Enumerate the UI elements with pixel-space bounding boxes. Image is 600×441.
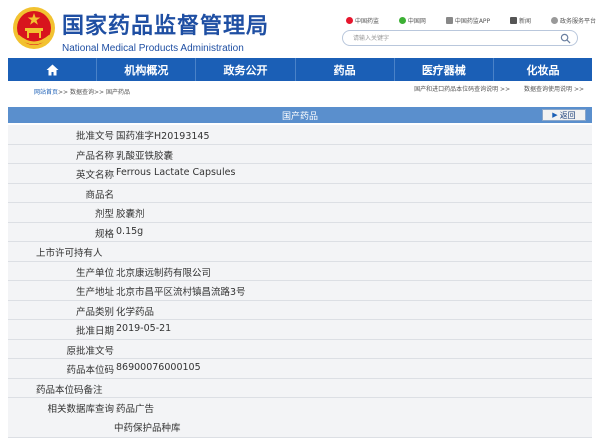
nav-item-devices[interactable]: 医疗器械 <box>395 58 494 81</box>
top-links: 中国药监 中国网 中国药监APP 新闻 政务服务平台 <box>346 16 596 25</box>
field-label: 原批准文号 <box>66 345 114 357</box>
field-label: 英文名称 <box>75 170 114 181</box>
search-box <box>342 30 578 46</box>
table-row: 英文名称 Ferrous Lactate Capsules <box>8 164 592 184</box>
site-header: 国家药品监督管理局 National Medical Products Admi… <box>0 0 600 58</box>
field-value: 2019-05-21 <box>116 323 172 334</box>
table-row: 原批准文号 <box>8 339 592 359</box>
field-value: 胶囊剂 <box>116 209 145 220</box>
standard-code-help-link[interactable]: 国产和进口药品本位码查询说明 >> <box>414 86 510 93</box>
table-row: 药品本位码 86900076000105 <box>8 359 592 379</box>
table-row: 产品名称 乳酸亚铁胶囊 <box>8 144 592 164</box>
nav-item-government[interactable]: 政务公开 <box>196 58 296 81</box>
mail-icon <box>510 17 518 24</box>
field-label: 生产地址 <box>75 287 114 298</box>
table-row: 产品类别 化学药品 <box>8 300 592 320</box>
field-value: 86900076000105 <box>116 362 201 373</box>
table-row: 批准日期 2019-05-21 <box>8 320 592 340</box>
field-value: 北京市昌平区流村镇昌流路3号 <box>116 287 246 298</box>
table-row: 上市许可持有人 <box>8 242 592 262</box>
field-label: 产品类别 <box>75 306 114 318</box>
field-label: 批准文号 <box>75 131 114 142</box>
main-nav: 机构概况 政务公开 药品 医疗器械 化妆品 <box>8 58 592 81</box>
brand[interactable]: 国家药品监督管理局 National Medical Products Admi… <box>62 8 269 54</box>
field-label: 相关数据库查询 <box>47 404 114 415</box>
field-value: 化学药品 <box>116 306 155 318</box>
table-row: 相关数据库查询 药品广告 中药保护品种库 <box>8 398 592 438</box>
site-title: 国家药品监督管理局 <box>62 14 270 39</box>
top-link-chinanet[interactable]: 中国网 <box>398 16 426 25</box>
table-row: 剂型 胶囊剂 <box>8 203 592 223</box>
phone-icon <box>445 17 453 24</box>
top-link-weibo[interactable]: 中国药监 <box>346 16 379 25</box>
home-icon <box>46 64 59 75</box>
site-subtitle: National Medical Products Administration <box>62 43 244 54</box>
field-label: 药品本位码备注 <box>36 384 103 396</box>
top-link-app[interactable]: 中国药监APP <box>445 16 490 25</box>
data-query-help-link[interactable]: 数据查询使用说明 >> <box>524 86 584 93</box>
nav-item-drugs[interactable]: 药品 <box>296 58 395 81</box>
field-value: 北京康远制药有限公司 <box>116 267 212 279</box>
nav-item-cosmetics[interactable]: 化妆品 <box>494 58 592 81</box>
field-label: 上市许可持有人 <box>36 248 103 259</box>
field-label: 药品本位码 <box>66 365 114 376</box>
field-value: 国药准字H20193145 <box>116 131 210 142</box>
national-emblem-icon[interactable] <box>12 6 56 50</box>
table-row: 商品名 <box>8 183 592 203</box>
help-links: 国产和进口药品本位码查询说明 >> 数据查询使用说明 >> <box>402 84 584 93</box>
breadcrumb: 网站首页>> 数据查询>> 国产药品 <box>34 87 130 96</box>
nav-item-institution[interactable]: 机构概况 <box>97 58 197 81</box>
field-value: 0.15g <box>116 225 144 237</box>
table-row: 生产地址 北京市昌平区流村镇昌流路3号 <box>8 281 592 301</box>
nav-home[interactable] <box>8 58 98 81</box>
breadcrumb-row: 网站首页>> 数据查询>> 国产药品 国产和进口药品本位码查询说明 >> 数据查… <box>8 83 592 97</box>
breadcrumb-home-link[interactable]: 网站首页 <box>34 89 58 96</box>
table-row: 药品本位码备注 <box>8 378 592 398</box>
search-icon[interactable] <box>560 33 571 44</box>
field-value: Ferrous Lactate Capsules <box>116 167 236 178</box>
field-label: 批准日期 <box>75 326 114 337</box>
top-link-service[interactable]: 政务服务平台 <box>550 16 596 25</box>
drug-ad-link[interactable]: 药品广告 <box>116 401 154 415</box>
tcm-protection-link[interactable]: 中药保护品种库 <box>114 420 181 434</box>
breadcrumb-rest: >> 数据查询>> 国产药品 <box>58 89 130 96</box>
back-button[interactable]: ▶ 返回 <box>542 109 586 121</box>
table-row: 生产单位 北京康远制药有限公司 <box>8 261 592 281</box>
weibo-icon <box>346 17 353 24</box>
field-label: 生产单位 <box>75 267 114 279</box>
section-titlebar: 国产药品 ▶ 返回 <box>8 107 592 123</box>
top-link-news[interactable]: 新闻 <box>510 16 531 25</box>
back-arrow-icon: ▶ <box>552 111 558 119</box>
search-input[interactable] <box>353 33 553 44</box>
field-label: 规格 <box>94 228 114 240</box>
field-label: 剂型 <box>94 209 114 220</box>
field-label: 商品名 <box>85 189 114 201</box>
field-label: 产品名称 <box>75 150 114 162</box>
section-title: 国产药品 <box>281 112 318 122</box>
table-row: 批准文号 国药准字H20193145 <box>8 125 592 145</box>
drug-detail-table: 批准文号 国药准字H20193145 产品名称 乳酸亚铁胶囊 英文名称 Ferrous… <box>8 125 592 438</box>
field-value: 乳酸亚铁胶囊 <box>116 150 174 162</box>
table-row: 规格 0.15g <box>8 222 592 242</box>
service-icon <box>550 17 558 24</box>
wechat-icon <box>398 17 406 24</box>
back-button-label: 返回 <box>559 110 576 120</box>
